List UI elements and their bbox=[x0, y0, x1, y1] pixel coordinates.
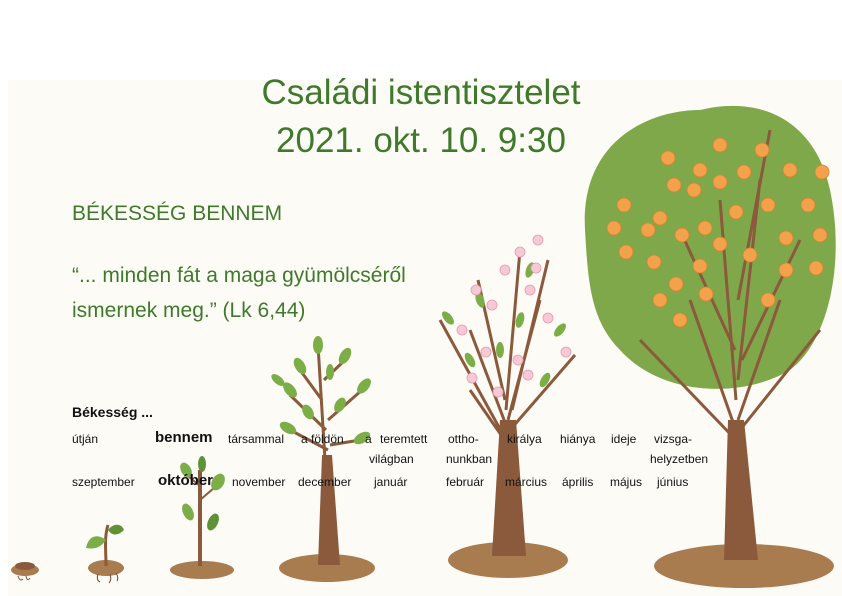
month-1: szeptember bbox=[72, 475, 135, 489]
word-7: királya bbox=[507, 432, 542, 446]
month-5: január bbox=[374, 475, 408, 489]
bekesseg-label: Békesség ... bbox=[72, 404, 153, 420]
month-4: december bbox=[298, 475, 352, 489]
page-title-line1: Családi istentisztelet bbox=[261, 73, 581, 112]
word-6b: nunkban bbox=[446, 452, 493, 466]
word-4: a földön bbox=[301, 432, 344, 446]
sprout-icon bbox=[86, 524, 124, 584]
quote-line2: ismernek meg.” (Lk 6,44) bbox=[72, 299, 306, 322]
month-3: november bbox=[232, 475, 286, 489]
word-5c: világban bbox=[369, 452, 414, 466]
fruit-tree-icon bbox=[584, 105, 836, 588]
word-10b: helyzetben bbox=[650, 452, 709, 466]
word-6a: ottho- bbox=[448, 432, 479, 446]
month-6: február bbox=[446, 475, 485, 489]
word-5b: teremtett bbox=[380, 432, 428, 446]
blossoming-tree-icon bbox=[438, 234, 577, 578]
month-8: április bbox=[562, 475, 594, 489]
subtitle: BÉKESSÉG BENNEM bbox=[72, 202, 283, 225]
page-title-line2: 2021. okt. 10. 9:30 bbox=[276, 121, 566, 160]
quote-line1: “... minden fát a maga gyümölcséről bbox=[72, 264, 406, 287]
word-9: ideje bbox=[611, 432, 637, 446]
word-10a: vizsga- bbox=[654, 432, 693, 446]
month-7: március bbox=[505, 475, 548, 489]
word-8: hiánya bbox=[560, 432, 596, 446]
word-2: bennem bbox=[155, 429, 213, 446]
month-10: június bbox=[657, 475, 689, 489]
word-1: útján bbox=[72, 432, 99, 446]
word-5a: a bbox=[365, 432, 372, 446]
word-3: társammal bbox=[228, 432, 285, 446]
month-2: október bbox=[158, 472, 214, 489]
month-9: május bbox=[610, 475, 643, 489]
young-tree-icon bbox=[271, 336, 375, 582]
seed-mound-icon bbox=[11, 562, 39, 581]
